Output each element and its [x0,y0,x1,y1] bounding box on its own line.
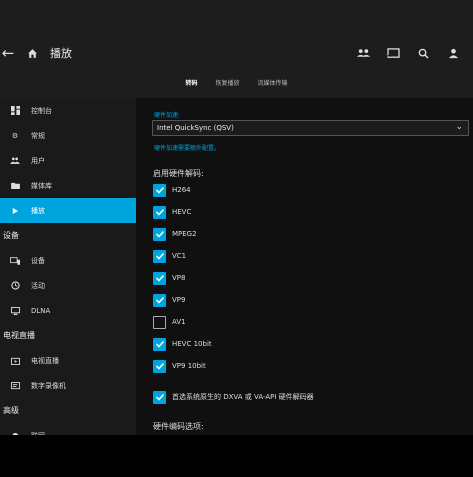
sidebar-item-libraries[interactable]: 媒体库 [0,173,136,198]
codec-mpeg2[interactable]: MPEG2 [153,227,197,241]
tab-resume[interactable]: 恢复播放 [215,74,239,90]
live-tv-icon [10,356,20,366]
codec-label: VC1 [172,252,187,260]
sidebar-item-playback[interactable]: 播放 [0,198,136,223]
hardware-accel-select[interactable]: Intel QuickSync (QSV) ⌄ [152,120,469,136]
checkbox-checked[interactable] [153,337,166,351]
sidebar-item-devices[interactable]: 设备 [0,248,136,273]
gear-icon: ⚙ [11,131,19,140]
sidebar-section-livetv: 电视直播 [3,331,35,340]
sidebar-item-general[interactable]: ⚙ 常规 [0,123,136,148]
sidebar-item-dashboard[interactable]: 控制台 [0,98,136,123]
hardware-decode-title: 启用硬件解码: [153,169,204,178]
codec-label: MPEG2 [172,230,197,238]
sidebar-section-advanced: 高级 [3,406,19,415]
sidebar-item-label: 设备 [31,256,45,265]
codec-label: HEVC [172,208,192,216]
sidebar-item-label: DLNA [31,306,51,315]
header-actions [355,40,461,66]
checkbox-checked[interactable] [153,359,166,373]
tab-streaming[interactable]: 流媒体传输 [258,74,288,90]
codec-hevc-10bit[interactable]: HEVC 10bit [153,337,212,351]
chevron-down-icon: ⌄ [455,122,463,132]
sidebar-item-label: 活动 [31,281,45,290]
sidebar-item-dlna[interactable]: DLNA [0,298,136,323]
sidebar-section-devices: 设备 [3,231,19,240]
search-icon[interactable] [415,45,431,61]
codec-label: VP9 [172,296,186,304]
checkbox-checked[interactable] [153,183,166,197]
sidebar-item-dvr[interactable]: 数字录像机 [0,373,136,398]
cast-icon[interactable] [385,45,401,61]
checkbox-checked[interactable] [153,249,166,263]
sidebar-item-label: 数字录像机 [31,381,66,390]
page-title: 播放 [50,47,72,60]
prefer-native-decoder[interactable]: 首选系统原生的 DXVA 或 VA-API 硬件解码器 [153,390,314,404]
codec-vp9[interactable]: VP9 [153,293,185,307]
codec-label: H264 [172,186,191,194]
app-header: ← 播放 转码 恢复播放 流媒体传输 [0,0,473,98]
transcoding-settings: 硬件加速: Intel QuickSync (QSV) ⌄ 硬件加速需要额外配置… [136,98,473,435]
tab-bar: 转码 恢复播放 流媒体传输 [0,74,473,90]
devices-icon [10,256,20,266]
dashboard-icon [10,106,20,116]
sidebar-item-label: 用户 [31,156,45,165]
sidebar-item-livetv[interactable]: 电视直播 [0,348,136,373]
users-icon [10,156,20,166]
folder-icon [10,181,20,191]
codec-label: VP9 10bit [172,362,206,370]
checkbox-unchecked[interactable] [153,315,166,329]
dvr-icon [10,381,20,391]
hardware-accel-label: 硬件加速: [154,112,181,119]
dlna-icon [10,306,20,316]
codec-label: HEVC 10bit [172,340,212,348]
checkbox-checked[interactable] [153,390,166,404]
codec-h264[interactable]: H264 [153,183,191,197]
codec-vp8[interactable]: VP8 [153,271,185,285]
bottom-bar [0,435,473,477]
hardware-accel-hint: 硬件加速需要额外配置。 [154,145,221,152]
sidebar-item-label: 常规 [31,131,45,140]
play-icon [10,206,20,216]
sidebar-item-activity[interactable]: 活动 [0,273,136,298]
sidebar-item-label: 电视直播 [31,356,59,365]
sidebar-item-label: 播放 [31,206,45,215]
tab-transcode[interactable]: 转码 [185,74,197,90]
prefer-native-label: 首选系统原生的 DXVA 或 VA-API 硬件解码器 [172,393,314,401]
hardware-accel-value: Intel QuickSync (QSV) [157,124,234,132]
codec-label: AV1 [172,318,186,326]
back-arrow-icon[interactable]: ← [0,40,16,66]
sidebar-item-label: 控制台 [31,106,52,115]
codec-hevc[interactable]: HEVC [153,205,191,219]
checkbox-checked[interactable] [153,205,166,219]
users-icon[interactable] [355,45,371,61]
checkbox-checked[interactable] [153,271,166,285]
checkbox-checked[interactable] [153,227,166,241]
checkbox-checked[interactable] [153,293,166,307]
sidebar-item-users[interactable]: 用户 [0,148,136,173]
home-icon[interactable] [22,40,42,66]
sidebar: 控制台 ⚙ 常规 用户 媒体库 播放 设备 设备 活动 DLNA 电视直播 电视… [0,98,136,440]
codec-label: VP8 [172,274,186,282]
sidebar-item-label: 媒体库 [31,181,52,190]
codec-vc1[interactable]: VC1 [153,249,186,263]
codec-vp9-10bit[interactable]: VP9 10bit [153,359,206,373]
activity-icon [10,281,20,291]
codec-av1[interactable]: AV1 [153,315,186,329]
hardware-encode-title: 硬件编码选项: [153,422,204,431]
user-icon[interactable] [445,45,461,61]
